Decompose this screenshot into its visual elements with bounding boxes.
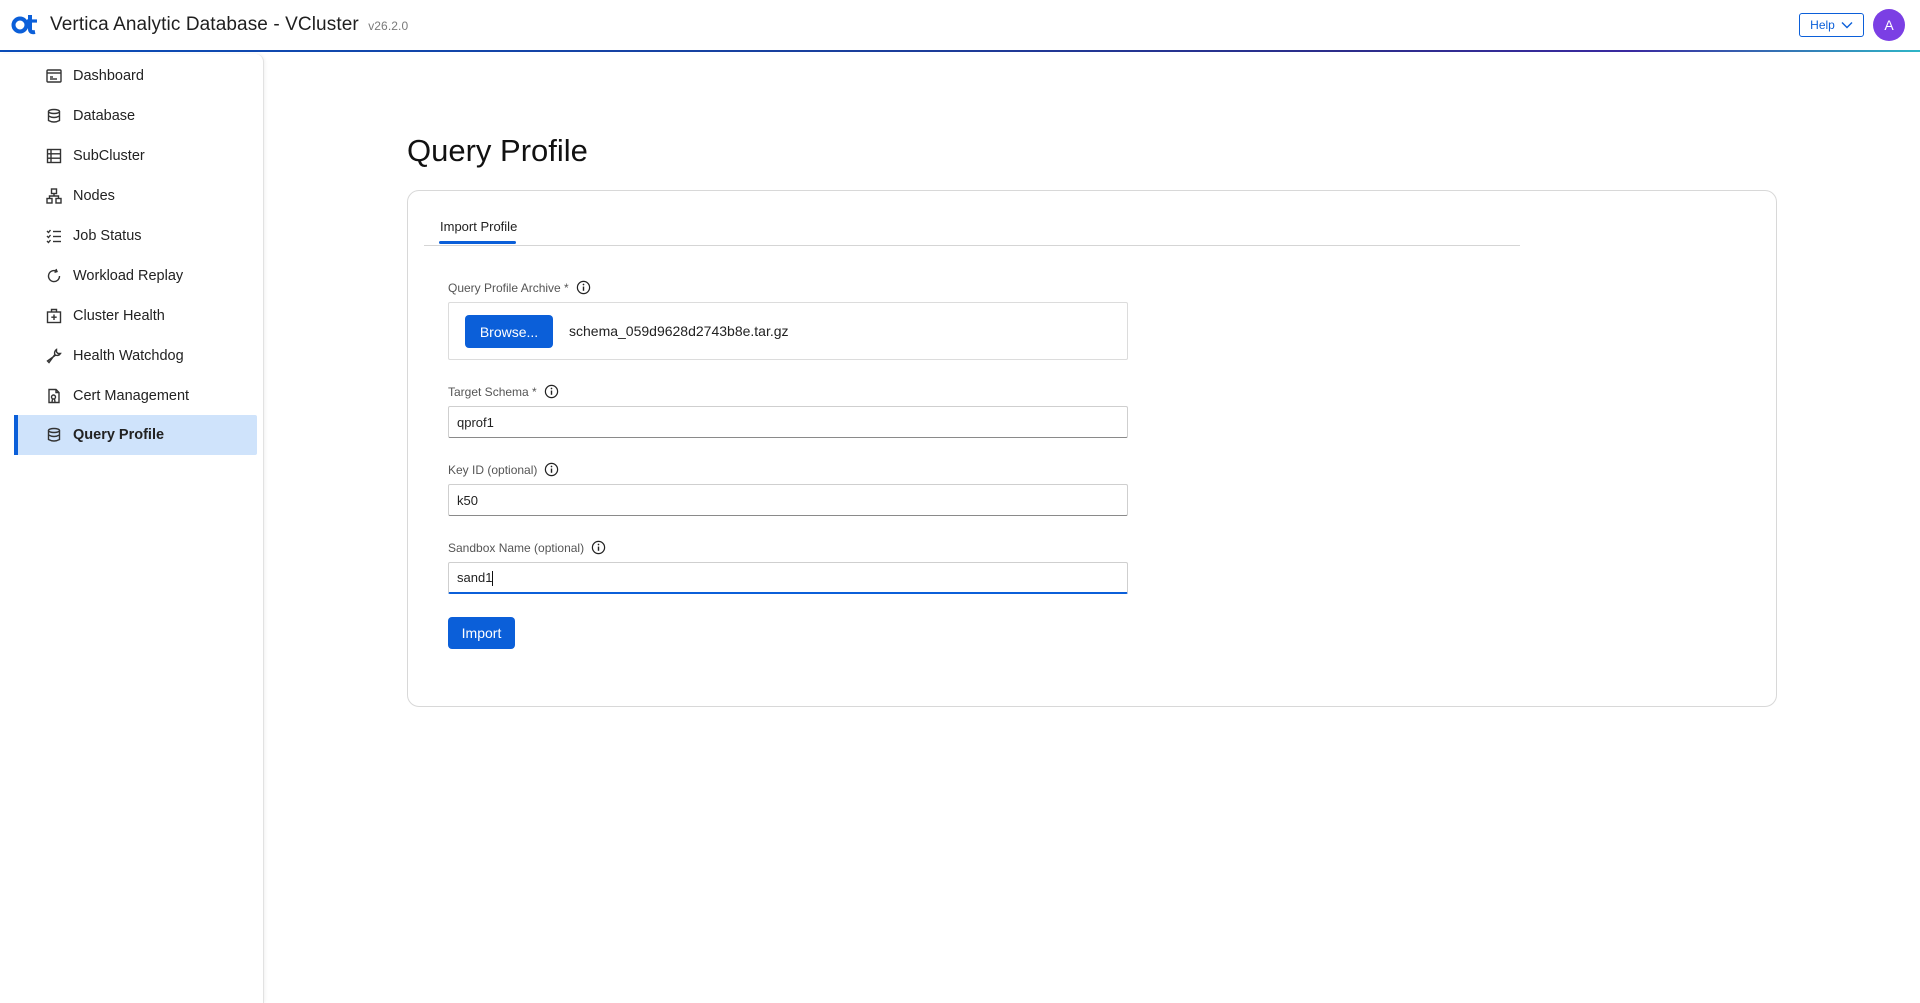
key-id-input[interactable] xyxy=(448,484,1128,516)
info-icon[interactable] xyxy=(544,462,559,477)
sidebar-item-cert-management[interactable]: Cert Management xyxy=(14,376,257,416)
sidebar-item-job-status[interactable]: Job Status xyxy=(14,216,257,256)
subcluster-icon xyxy=(45,147,63,165)
sidebar-item-label: Nodes xyxy=(73,188,115,204)
sidebar-item-label: Health Watchdog xyxy=(73,348,184,364)
certificate-icon xyxy=(45,387,63,405)
header-divider xyxy=(0,50,1920,52)
text-caret xyxy=(492,571,493,586)
app-title-text: Vertica Analytic Database - VCluster xyxy=(50,14,359,35)
selected-file-name: schema_059d9628d2743b8e.tar.gz xyxy=(569,323,789,339)
import-profile-card: Import Profile Query Profile Archive * B… xyxy=(407,190,1777,707)
sandbox-name-input[interactable] xyxy=(448,562,1128,594)
sidebar-item-label: Cluster Health xyxy=(73,308,165,324)
sidebar: Dashboard Database SubCluster Nodes Job … xyxy=(0,54,264,1003)
sidebar-item-nodes[interactable]: Nodes xyxy=(14,176,257,216)
archive-field-label: Query Profile Archive * xyxy=(448,280,591,295)
app-header: Vertica Analytic Database - VCluster v26… xyxy=(0,0,1920,51)
chevron-down-icon xyxy=(1841,22,1853,29)
database-icon xyxy=(45,426,63,444)
replay-icon xyxy=(45,267,63,285)
sidebar-item-label: Workload Replay xyxy=(73,268,184,284)
key-id-label-text: Key ID (optional) xyxy=(448,462,538,477)
sidebar-item-database[interactable]: Database xyxy=(14,96,257,136)
key-id-label: Key ID (optional) xyxy=(448,462,559,477)
active-tab-indicator xyxy=(439,241,516,244)
sidebar-item-label: Cert Management xyxy=(73,388,190,404)
help-button-label: Help xyxy=(1810,18,1835,32)
archive-label-text: Query Profile Archive * xyxy=(448,280,569,295)
help-button[interactable]: Help xyxy=(1799,13,1864,37)
sidebar-item-label: Query Profile xyxy=(73,427,165,443)
vertica-logo-icon[interactable] xyxy=(11,12,39,36)
archive-file-picker[interactable]: Browse... schema_059d9628d2743b8e.tar.gz xyxy=(448,302,1128,360)
target-schema-input[interactable] xyxy=(448,406,1128,438)
sandbox-name-label-text: Sandbox Name (optional) xyxy=(448,540,585,555)
sidebar-item-cluster-health[interactable]: Cluster Health xyxy=(14,296,257,336)
sandbox-name-label: Sandbox Name (optional) xyxy=(448,540,606,555)
checklist-icon xyxy=(45,227,63,245)
sidebar-item-workload-replay[interactable]: Workload Replay xyxy=(14,256,257,296)
wrench-icon xyxy=(45,347,63,365)
sidebar-item-subcluster[interactable]: SubCluster xyxy=(14,136,257,176)
app-version: v26.2.0 xyxy=(368,19,409,33)
sidebar-item-query-profile[interactable]: Query Profile xyxy=(14,415,257,455)
sidebar-item-label: Dashboard xyxy=(73,68,144,84)
import-button[interactable]: Import xyxy=(448,617,515,649)
tab-bar: Import Profile xyxy=(424,219,1520,246)
target-schema-label-text: Target Schema * xyxy=(448,384,537,399)
page-title: Query Profile xyxy=(407,133,588,168)
database-icon xyxy=(45,107,63,125)
app-title: Vertica Analytic Database - VCluster v26… xyxy=(50,14,408,36)
sidebar-item-label: Job Status xyxy=(73,228,142,244)
sidebar-item-label: SubCluster xyxy=(73,148,145,164)
sidebar-item-label: Database xyxy=(73,108,136,124)
dashboard-icon xyxy=(45,67,63,85)
health-kit-icon xyxy=(45,307,63,325)
info-icon[interactable] xyxy=(591,540,606,555)
sidebar-item-health-watchdog[interactable]: Health Watchdog xyxy=(14,336,257,376)
user-avatar[interactable]: A xyxy=(1873,9,1905,41)
info-icon[interactable] xyxy=(544,384,559,399)
target-schema-label: Target Schema * xyxy=(448,384,559,399)
nodes-icon xyxy=(45,187,63,205)
sidebar-item-dashboard[interactable]: Dashboard xyxy=(14,56,257,96)
browse-button[interactable]: Browse... xyxy=(465,315,553,348)
info-icon[interactable] xyxy=(576,280,591,295)
